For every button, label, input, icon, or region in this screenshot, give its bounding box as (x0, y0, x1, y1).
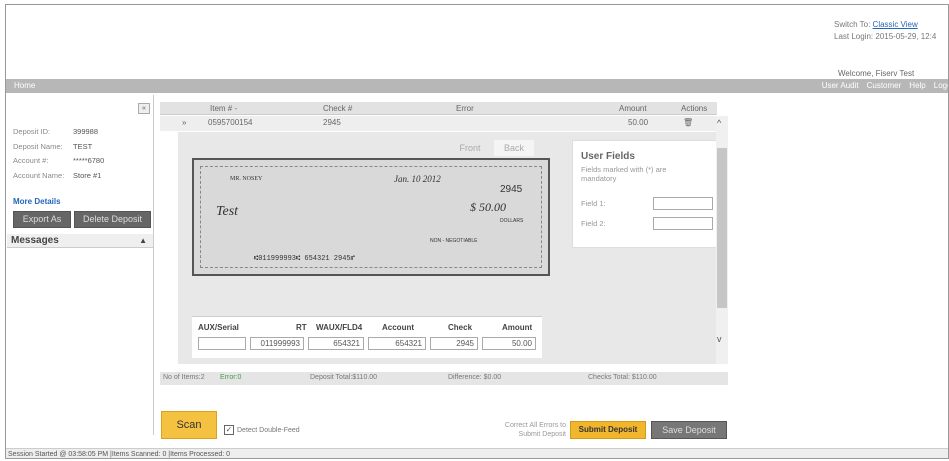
deposit-info: Deposit ID: 399988 Deposit Name: TEST Acco… (13, 125, 104, 183)
scroll-thumb[interactable] (717, 148, 727, 308)
account-field[interactable]: 654321 (368, 337, 426, 350)
scroll-down-icon[interactable]: v (717, 334, 722, 344)
detail-scrollbar[interactable]: ^ v (716, 116, 728, 364)
check-amount: $ 50.00 (470, 200, 506, 214)
grid-header-waux: WAUX/FLD4 (316, 323, 363, 332)
check-payee-name: MR. NOSEY (230, 176, 263, 182)
tab-back[interactable]: Back (494, 140, 534, 156)
check-field[interactable]: 2945 (430, 337, 478, 350)
item-detail: Front Back MR. NOSEY Jan. 10 2012 2945 T… (178, 132, 726, 364)
check-number: 2945 (500, 184, 523, 195)
logout-link[interactable]: Logou (934, 79, 948, 93)
deposit-id-value: 399988 (73, 127, 99, 136)
export-as-button[interactable]: Export As (13, 211, 71, 228)
non-negotiable-text: NON - NEGOTIABLE (430, 238, 478, 244)
header-info: Switch To: Classic View Last Login: 2015… (834, 19, 948, 43)
amount-field[interactable]: 50.00 (482, 337, 536, 350)
deposit-name-label: Deposit Name: (13, 141, 63, 151)
check-date: Jan. 10 2012 (394, 174, 441, 184)
error-count: Error:0 (220, 374, 242, 381)
deposit-total: Deposit Total:$110.00 (310, 374, 378, 381)
classic-view-link[interactable]: Classic View (873, 20, 918, 29)
user-fields-panel: User Fields Fields marked with (*) are m… (572, 140, 726, 248)
check-dollars: DOLLARS (500, 218, 524, 224)
session-status-bar: Session Started @ 03:58:05 PM |Items Sca… (6, 448, 948, 458)
table-row[interactable]: » 0595700154 2945 50.00 🗑 (160, 116, 717, 131)
waux-field[interactable]: 654321 (308, 337, 364, 350)
more-details-link[interactable]: More Details (13, 197, 61, 206)
field2-label: Field 2: (581, 219, 606, 228)
difference: Difference: $0.00 (448, 374, 502, 381)
user-fields-title: User Fields (581, 151, 635, 162)
field1-label: Field 1: (581, 199, 606, 208)
customer-link[interactable]: Customer (867, 79, 902, 93)
field1-input[interactable] (653, 197, 713, 210)
delete-item-icon[interactable]: 🗑 (683, 118, 693, 127)
detect-double-feed-label: Detect Double-Feed (237, 427, 300, 434)
check-data-grid: AUX/Serial RT WAUX/FLD4 Account Check Am… (192, 316, 542, 358)
col-item[interactable]: Item # - (210, 104, 237, 113)
deposit-name-value: TEST (73, 141, 93, 151)
submit-deposit-button[interactable]: Submit Deposit (570, 421, 646, 439)
grid-header-aux-serial: AUX/Serial (198, 323, 239, 332)
check-list-panel: Item # - Check # Error Amount Actions » … (160, 102, 730, 366)
row-expander-icon[interactable]: » (182, 118, 186, 127)
scroll-up-icon[interactable]: ^ (717, 118, 721, 128)
account-number-label: Account #: (13, 156, 49, 165)
account-name-value: Store #1 (73, 170, 102, 180)
row-item: 0595700154 (208, 118, 253, 127)
row-amount: 50.00 (628, 118, 649, 127)
collapse-arrow-icon[interactable]: ▲ (139, 234, 147, 248)
delete-deposit-button[interactable]: Delete Deposit (74, 211, 151, 228)
app-window: Switch To: Classic View Last Login: 2015… (5, 4, 949, 459)
last-login: Last Login: 2015-05-29, 12:4 (834, 32, 937, 41)
account-number-value: *****6780 (73, 156, 105, 165)
messages-panel-header[interactable]: Messages ▲ (7, 234, 153, 248)
home-link[interactable]: Home (14, 79, 35, 93)
grid-header-account: Account (382, 323, 414, 332)
col-actions: Actions (681, 104, 708, 113)
deposit-sidebar: « Deposit ID: 399988 Deposit Name: TEST Ac… (6, 95, 154, 435)
table-header: Item # - Check # Error Amount Actions (160, 102, 717, 115)
top-nav-bar: Home User Audit Customer Help Logou (6, 79, 948, 93)
totals-bar: No of Items:2 Error:0 Deposit Total:$110… (160, 372, 728, 385)
col-error: Error (456, 104, 474, 113)
collapse-sidebar-button[interactable]: « (138, 103, 150, 114)
switch-label: Switch To: (834, 20, 871, 29)
welcome-text: Welcome, Fiserv Test (838, 69, 915, 78)
col-check: Check # (323, 104, 353, 113)
messages-title: Messages (11, 235, 59, 246)
rt-field[interactable]: 011999993 (250, 337, 304, 350)
detect-double-feed-checkbox[interactable]: ✓ (224, 425, 234, 435)
items-count: No of Items:2 (163, 374, 205, 381)
grid-header-rt: RT (296, 323, 307, 332)
check-memo-name: Test (216, 204, 239, 219)
scan-button[interactable]: Scan (161, 411, 217, 439)
help-link[interactable]: Help (909, 79, 925, 93)
correct-errors-note: Correct All Errors to Submit Deposit (504, 422, 566, 438)
row-check: 2945 (323, 118, 341, 127)
col-amount: Amount (619, 104, 647, 113)
account-name-label: Account Name: (13, 170, 65, 180)
check-micr-line: ⑆011999993⑆ 654321 2945⑈ (254, 255, 355, 263)
save-deposit-button[interactable]: Save Deposit (651, 421, 727, 439)
tab-front[interactable]: Front (450, 140, 490, 156)
user-audit-link[interactable]: User Audit (822, 79, 859, 93)
aux-serial-field[interactable] (198, 337, 246, 350)
grid-header-check: Check (448, 323, 473, 332)
checks-total: Checks Total: $110.00 (588, 374, 657, 381)
deposit-id-label: Deposit ID: (13, 127, 51, 136)
user-fields-subtitle: Fields marked with (*) are mandatory (581, 165, 667, 183)
check-image: MR. NOSEY Jan. 10 2012 2945 Test $ 50.00… (192, 158, 550, 276)
field2-input[interactable] (653, 217, 713, 230)
action-bar: Scan ✓ Detect Double-Feed Correct All Er… (6, 403, 730, 443)
grid-header-amount: Amount (502, 323, 533, 332)
